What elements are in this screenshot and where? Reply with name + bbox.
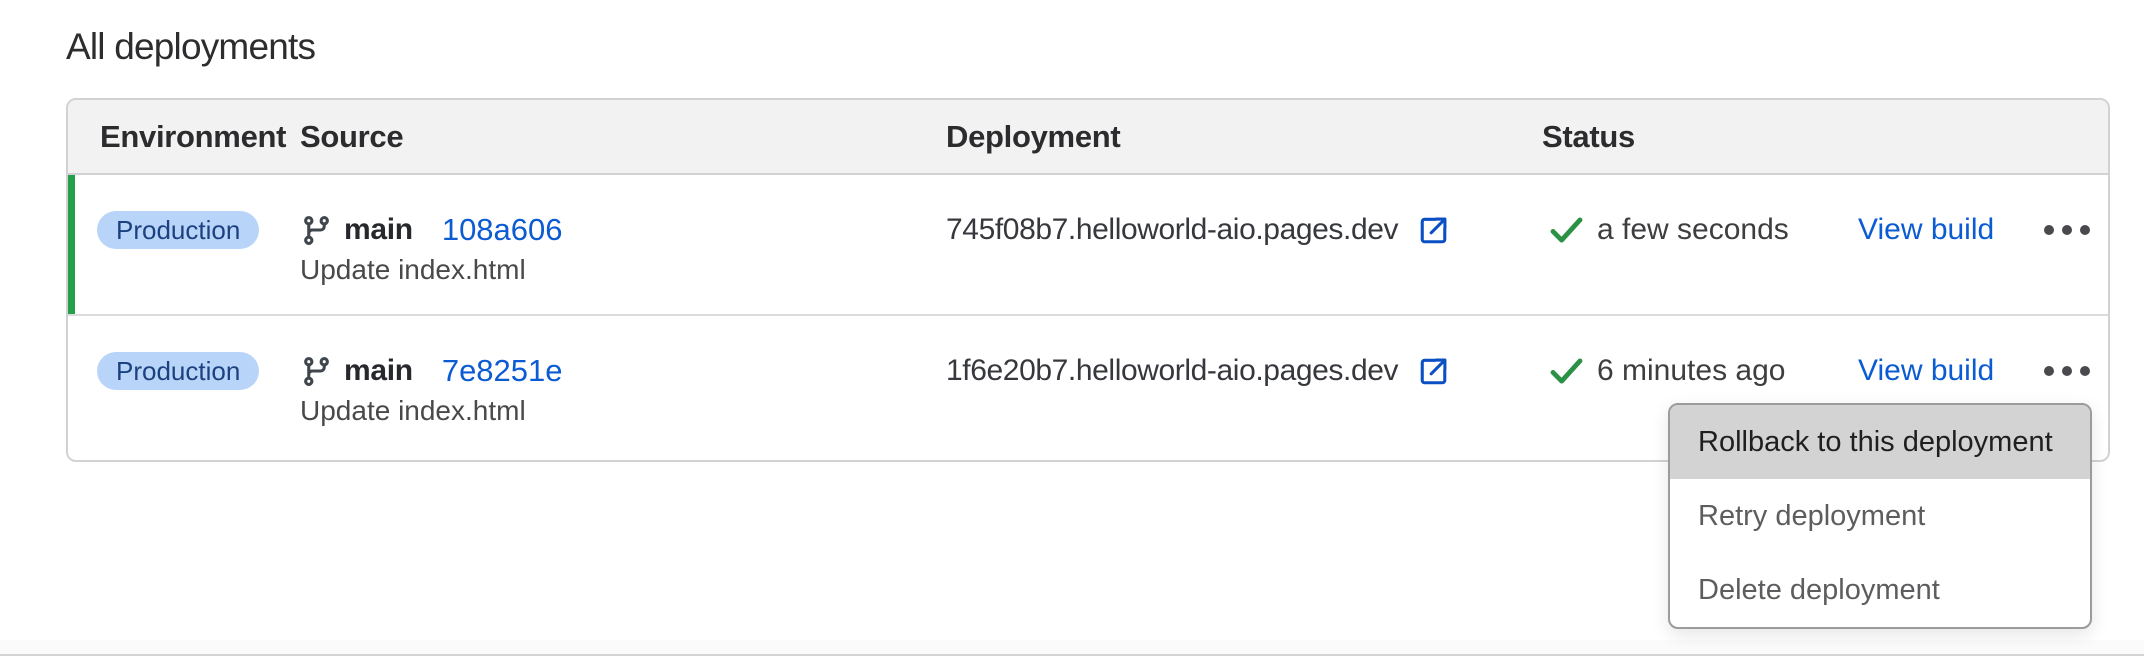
column-header-deployment: Deployment: [946, 119, 1542, 155]
deployment-url[interactable]: 745f08b7.helloworld-aio.pages.dev: [946, 213, 1398, 247]
deployment-cell: 1f6e20b7.helloworld-aio.pages.dev: [946, 316, 1542, 392]
source-cell: main 108a606 Update index.html: [300, 175, 946, 287]
deployment-context-menu: Rollback to this deployment Retry deploy…: [1668, 403, 2092, 629]
deployment-url[interactable]: 1f6e20b7.helloworld-aio.pages.dev: [946, 354, 1398, 388]
ellipsis-icon: [2044, 366, 2054, 376]
check-icon: [1550, 358, 1583, 385]
deployment-cell: 745f08b7.helloworld-aio.pages.dev: [946, 175, 1542, 251]
external-link-icon[interactable]: [1415, 353, 1452, 390]
view-build-link[interactable]: View build: [1858, 354, 1994, 388]
ellipsis-icon: [2044, 225, 2054, 235]
view-build-link[interactable]: View build: [1858, 213, 1994, 247]
table-row: Production main 108a606 Update index.htm…: [68, 175, 2108, 316]
page-divider: [0, 654, 2144, 656]
menu-item-retry[interactable]: Retry deployment: [1670, 479, 2090, 553]
current-deployment-indicator: [68, 175, 75, 314]
ellipsis-menu-button[interactable]: [2044, 209, 2090, 251]
branch-name: main: [344, 354, 413, 388]
environment-cell: Production: [68, 316, 300, 392]
column-header-environment: Environment: [68, 119, 300, 155]
status-text: 6 minutes ago: [1597, 354, 1785, 388]
ellipsis-menu-button[interactable]: [2044, 350, 2090, 392]
git-branch-icon: [300, 214, 333, 247]
git-branch-icon: [300, 355, 333, 388]
page-title: All deployments: [66, 26, 315, 68]
commit-hash-link[interactable]: 7e8251e: [442, 353, 563, 389]
external-link-icon[interactable]: [1415, 212, 1452, 249]
bottom-band: [0, 640, 2144, 654]
menu-item-rollback[interactable]: Rollback to this deployment: [1670, 405, 2090, 479]
view-build-cell: View build: [1858, 316, 2010, 392]
menu-item-delete[interactable]: Delete deployment: [1670, 553, 2090, 627]
table-header-row: Environment Source Deployment Status: [68, 100, 2108, 175]
environment-badge: Production: [97, 352, 259, 390]
view-build-cell: View build: [1858, 175, 2010, 251]
status-text: a few seconds: [1597, 213, 1789, 247]
column-header-source: Source: [300, 119, 946, 155]
check-icon: [1550, 217, 1583, 244]
environment-cell: Production: [68, 175, 300, 251]
commit-message: Update index.html: [300, 394, 946, 428]
status-cell: 6 minutes ago: [1542, 316, 1858, 392]
commit-hash-link[interactable]: 108a606: [442, 212, 563, 248]
environment-badge: Production: [97, 211, 259, 249]
deployments-page: All deployments Environment Source Deplo…: [0, 0, 2144, 662]
column-header-status: Status: [1542, 119, 1858, 155]
actions-cell: [2010, 175, 2108, 251]
source-cell: main 7e8251e Update index.html: [300, 316, 946, 428]
commit-message: Update index.html: [300, 253, 946, 287]
status-cell: a few seconds: [1542, 175, 1858, 251]
actions-cell: [2010, 316, 2108, 392]
branch-name: main: [344, 213, 413, 247]
